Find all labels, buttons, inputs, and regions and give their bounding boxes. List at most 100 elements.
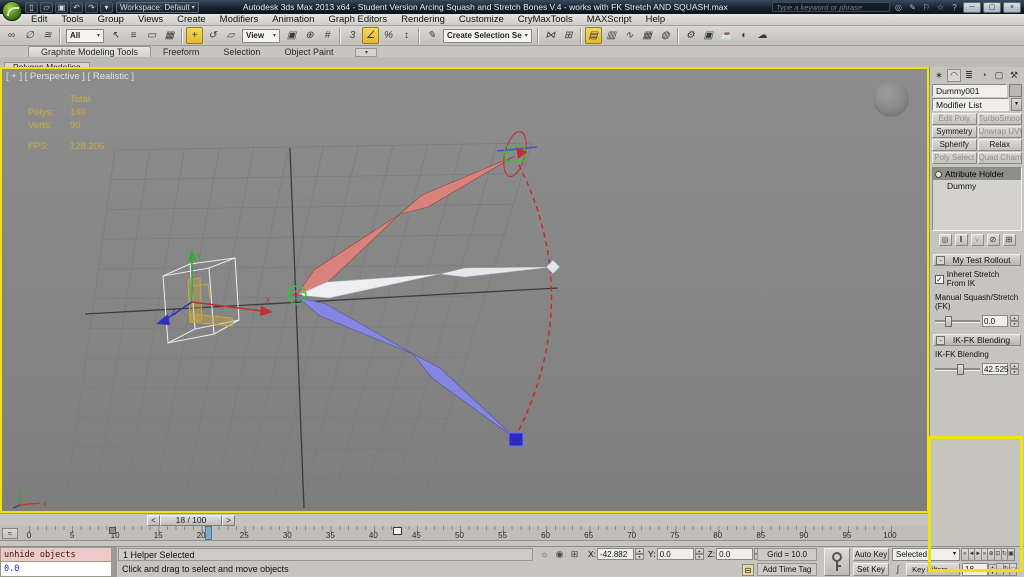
favorites-star-icon[interactable]: ☆ bbox=[935, 3, 946, 12]
keyframe-marker-selected[interactable] bbox=[393, 527, 402, 535]
help-menu-icon[interactable]: ? bbox=[949, 3, 960, 12]
maxscript-mini-listener[interactable]: unhide objects 0.0 bbox=[0, 547, 112, 577]
reference-coordinate-system-dropdown[interactable]: View bbox=[242, 29, 280, 43]
new-scene-icon[interactable]: ▯ bbox=[25, 2, 38, 13]
select-and-rotate[interactable]: ↺ bbox=[204, 27, 221, 44]
slider-thumb[interactable] bbox=[957, 364, 964, 375]
mirror[interactable]: ⋈ bbox=[542, 27, 559, 44]
pin-stack[interactable]: ◎ bbox=[939, 234, 952, 246]
object-color-swatch[interactable] bbox=[1009, 84, 1022, 97]
close-button[interactable]: × bbox=[1003, 2, 1021, 13]
previous-frame-arrow[interactable]: < bbox=[147, 515, 160, 526]
menu-item[interactable]: Group bbox=[91, 14, 131, 25]
select-object[interactable]: ↖ bbox=[107, 27, 124, 44]
search-pencil-icon[interactable]: ✎ bbox=[907, 3, 918, 12]
tab-create[interactable]: ∗ bbox=[932, 69, 946, 82]
auto-key-button[interactable]: Auto Key bbox=[853, 548, 889, 561]
current-frame-cursor[interactable] bbox=[205, 526, 212, 540]
make-unique[interactable]: ∨ bbox=[971, 234, 984, 246]
collapse-icon[interactable]: - bbox=[936, 256, 945, 265]
ribbon-tab[interactable]: Object Paint bbox=[272, 47, 345, 57]
default-tangent-icon[interactable]: ∫ bbox=[892, 563, 904, 576]
collapse-icon[interactable]: - bbox=[936, 336, 945, 345]
bind-to-space-warp[interactable]: ≋ bbox=[39, 27, 56, 44]
modifier-button[interactable]: TurboSmooth bbox=[978, 113, 1023, 125]
render-cloud[interactable]: ☁ bbox=[754, 27, 771, 44]
select-and-scale[interactable]: ▱ bbox=[222, 27, 239, 44]
menu-item[interactable]: Help bbox=[639, 14, 673, 25]
modifier-enabled-bulb-icon[interactable] bbox=[935, 171, 942, 178]
rollout-header[interactable]: - IK-FK Blending bbox=[933, 334, 1021, 346]
configure-modifier-sets[interactable]: ⊞ bbox=[1003, 234, 1016, 246]
select-and-manipulate[interactable]: ⊕ bbox=[301, 27, 318, 44]
rendered-frame-window[interactable]: ▣ bbox=[700, 27, 717, 44]
x-position-field[interactable]: -42.882 bbox=[597, 548, 634, 560]
named-selection-set-dropdown[interactable]: Create Selection Se bbox=[443, 29, 532, 43]
mini-curve-editor-button[interactable]: ≈ bbox=[2, 528, 18, 539]
x-spinner[interactable]: ▴▾ bbox=[635, 548, 644, 560]
time-tag-icon[interactable]: ⊟ bbox=[742, 564, 754, 576]
ik-fk-blending-value[interactable]: 42.525 bbox=[982, 363, 1008, 375]
menu-item[interactable]: Tools bbox=[54, 14, 90, 25]
snaps-toggle-3d[interactable]: 3 bbox=[344, 27, 361, 44]
z-position-field[interactable]: 0.0 bbox=[716, 548, 753, 560]
set-key-button[interactable]: Set Key bbox=[853, 563, 889, 576]
modifier-list-dropdown[interactable]: Modifier List bbox=[932, 98, 1009, 111]
render-setup[interactable]: ⚙ bbox=[682, 27, 699, 44]
inherit-stretch-checkbox[interactable]: ✓ bbox=[935, 275, 944, 284]
window-crossing-toggle[interactable]: ▦ bbox=[161, 27, 178, 44]
show-end-result[interactable]: ‖ bbox=[955, 234, 968, 246]
percent-snap-toggle[interactable]: % bbox=[380, 27, 397, 44]
viewcube[interactable] bbox=[873, 81, 909, 117]
listener-script-line[interactable]: 0.0 bbox=[0, 562, 112, 577]
selection-lock-icon[interactable]: ◉ bbox=[553, 548, 566, 561]
squash-stretch-slider[interactable] bbox=[935, 320, 980, 323]
menu-item[interactable]: Graph Editors bbox=[321, 14, 394, 25]
modifier-list-arrow-icon[interactable]: ▾ bbox=[1011, 98, 1022, 111]
modifier-button[interactable]: Unwrap UVW bbox=[978, 126, 1023, 138]
bone-chain-blue[interactable] bbox=[297, 297, 516, 439]
tab-modify[interactable]: ◠ bbox=[947, 69, 961, 82]
keyframe-marker[interactable] bbox=[109, 527, 116, 534]
fk-rotation-control[interactable] bbox=[497, 129, 537, 178]
ribbon-tab[interactable]: Freeform bbox=[151, 47, 212, 57]
minimize-button[interactable]: ─ bbox=[963, 2, 981, 13]
modifier-stack[interactable]: Attribute Holder Dummy bbox=[932, 167, 1022, 231]
tab-display[interactable]: ▢ bbox=[992, 69, 1006, 82]
graphite-ribbon-toggle[interactable]: ▥ bbox=[603, 27, 620, 44]
ik-goal-square[interactable] bbox=[509, 433, 523, 446]
listener-splitter[interactable] bbox=[112, 547, 117, 577]
y-spinner[interactable]: ▴▾ bbox=[695, 548, 704, 560]
next-frame-arrow[interactable]: > bbox=[222, 515, 235, 526]
toggle-layer-explorer[interactable]: ▤ bbox=[585, 27, 602, 44]
maximize-button[interactable]: ▢ bbox=[983, 2, 1001, 13]
ribbon-minimize-icon[interactable] bbox=[355, 48, 377, 57]
modifier-button[interactable]: Spherify bbox=[932, 139, 977, 151]
stack-item-dummy[interactable]: Dummy bbox=[933, 180, 1021, 192]
viewport-label[interactable]: [ + ] [ Perspective ] [ Realistic ] bbox=[6, 71, 134, 82]
select-by-name[interactable]: ≡ bbox=[125, 27, 142, 44]
track-bar-ruler[interactable]: 0510152025303540455055606570758085909510… bbox=[25, 526, 899, 541]
current-frame-field[interactable]: 18 bbox=[962, 563, 988, 576]
curve-editor[interactable]: ∿ bbox=[621, 27, 638, 44]
key-selection-dropdown[interactable]: Selected bbox=[892, 548, 960, 561]
infocenter-search[interactable] bbox=[772, 2, 890, 12]
tab-utilities[interactable]: ⚒ bbox=[1007, 69, 1021, 82]
open-file-icon[interactable]: ▱ bbox=[40, 2, 53, 13]
tab-motion[interactable]: ◔ bbox=[977, 69, 991, 82]
ik-fk-blending-spinner[interactable]: ▴▾ bbox=[1010, 363, 1019, 375]
modifier-button[interactable]: Edit Poly bbox=[932, 113, 977, 125]
material-editor[interactable]: ◍ bbox=[657, 27, 674, 44]
keyboard-shortcut-override[interactable]: # bbox=[319, 27, 336, 44]
key-filters-button[interactable]: Key Filters... bbox=[906, 563, 960, 576]
white-bone-end-marker[interactable] bbox=[546, 260, 560, 274]
communication-center-icon[interactable]: ⚐ bbox=[921, 3, 932, 12]
search-communities-icon[interactable]: ◎ bbox=[893, 3, 904, 12]
isolate-selection-icon[interactable]: ☼ bbox=[538, 548, 551, 561]
modifier-button[interactable]: Relax bbox=[978, 139, 1023, 151]
modifier-button[interactable]: Symmetry bbox=[932, 126, 977, 138]
menu-item[interactable]: Views bbox=[131, 14, 170, 25]
time-slider-handle[interactable]: < 18 / 100 > bbox=[147, 515, 235, 526]
tab-hierarchy[interactable]: ≣ bbox=[962, 69, 976, 82]
ik-fk-blending-slider[interactable] bbox=[935, 368, 980, 371]
